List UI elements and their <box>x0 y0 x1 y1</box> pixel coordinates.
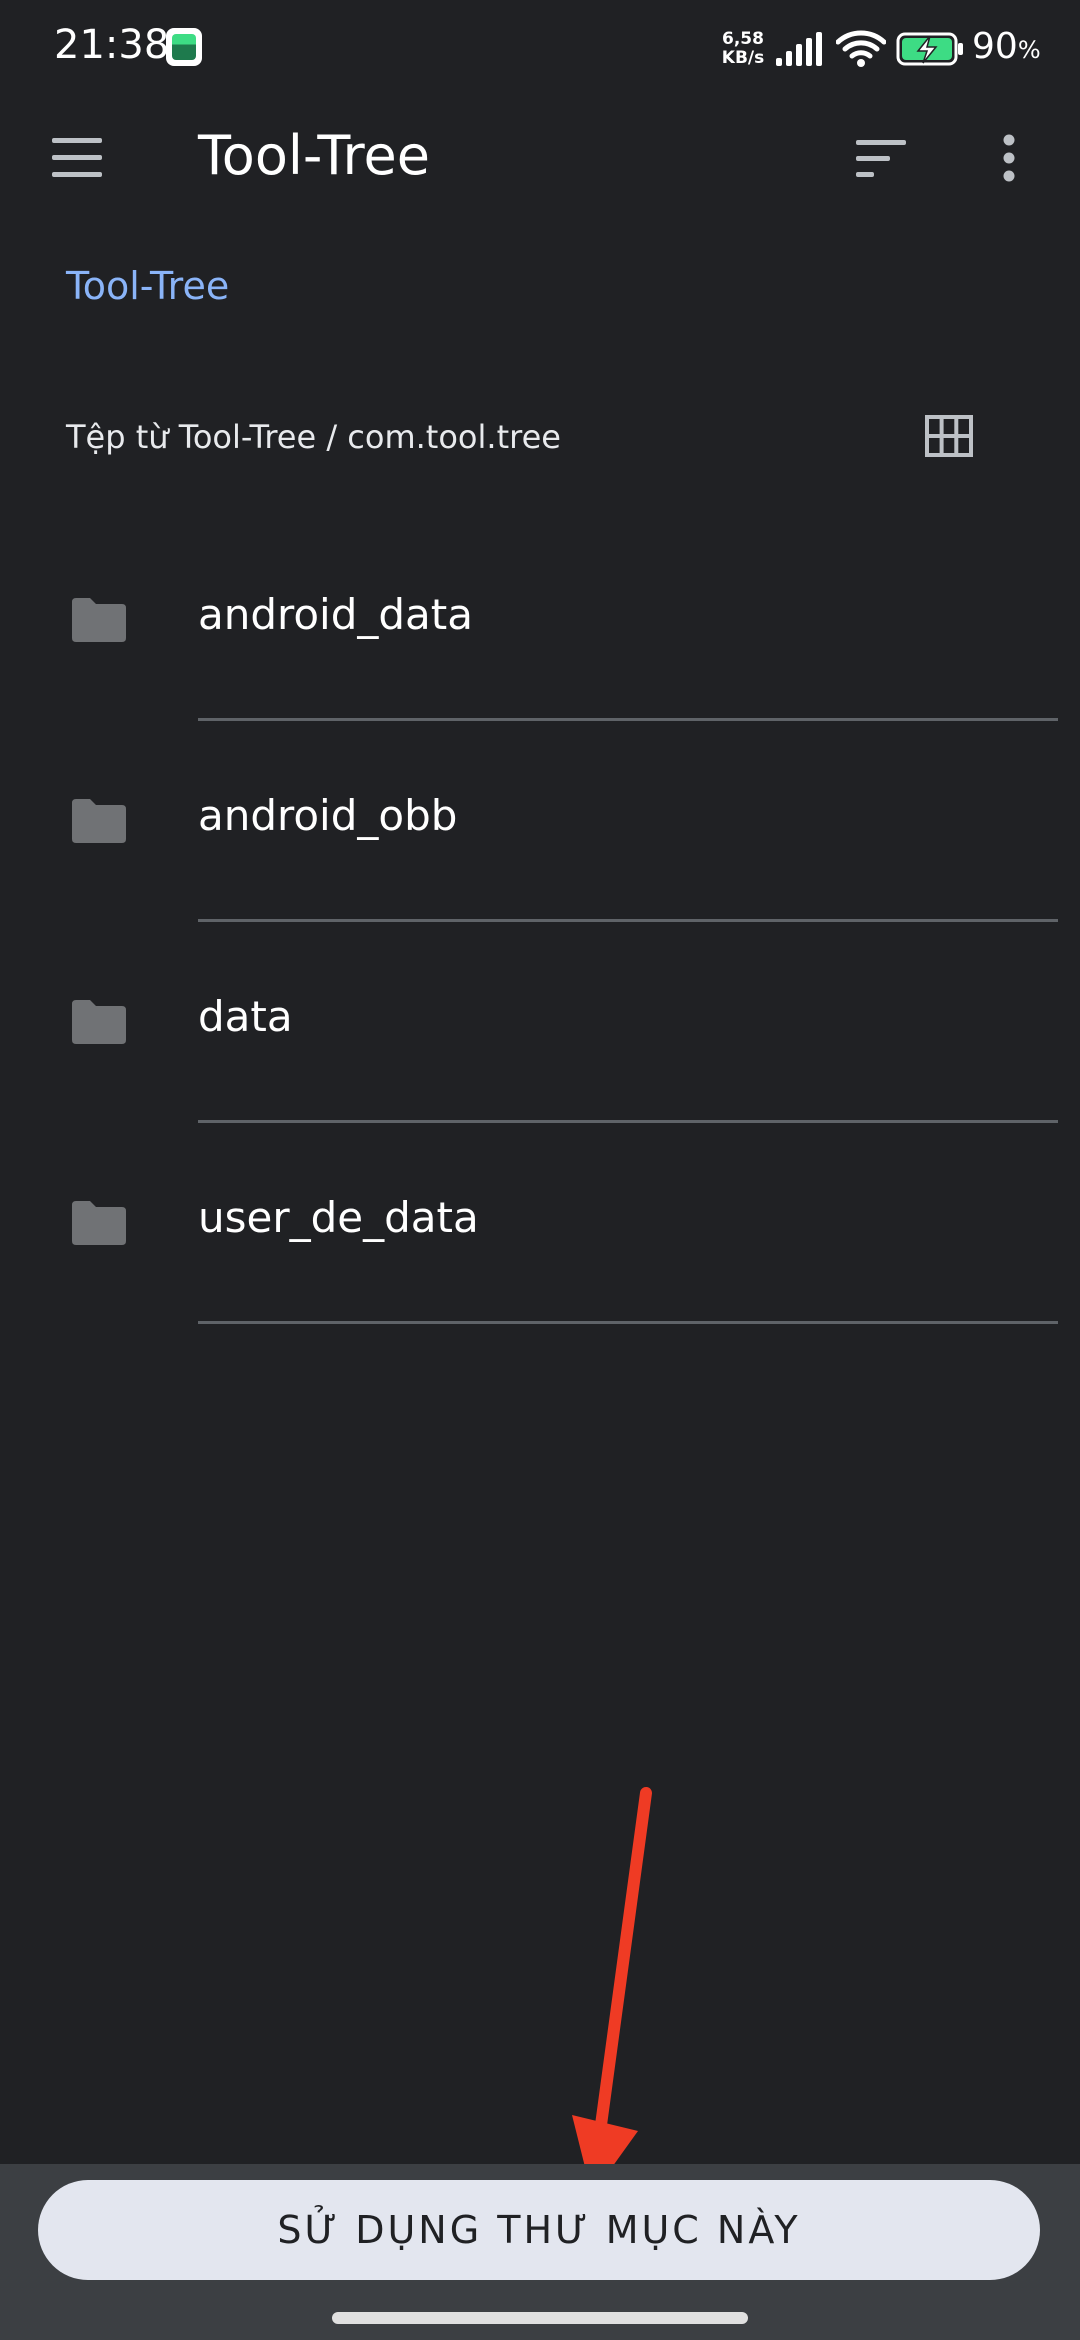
folder-icon <box>72 1201 126 1245</box>
grid-view-icon[interactable] <box>924 414 974 458</box>
network-speed: 6,58 KB/s <box>718 30 768 68</box>
screen: 21:38 6,58 KB/s 90% Tool-Tree Tool-Tree … <box>0 0 1080 2340</box>
wifi-icon <box>836 30 886 67</box>
menu-icon[interactable] <box>44 130 110 186</box>
use-this-folder-button[interactable]: SỬ DỤNG THƯ MỤC NÀY <box>38 2180 1040 2280</box>
battery-level-unit: % <box>1017 36 1041 64</box>
battery-level: 90% <box>972 26 1041 67</box>
notification-app-icon <box>166 28 202 66</box>
source-path-label: Tệp từ Tool-Tree / com.tool.tree <box>66 418 561 456</box>
folder-item-user-de-data[interactable]: user_de_data <box>0 1123 1080 1324</box>
folder-icon <box>72 1000 126 1044</box>
folder-item-android-data[interactable]: android_data <box>0 520 1080 721</box>
home-indicator[interactable] <box>332 2312 748 2324</box>
folder-icon <box>72 799 126 843</box>
folder-name: data <box>198 992 293 1041</box>
folder-list: android_data android_obb data user_de_da… <box>0 520 1080 1324</box>
network-speed-value: 6,58 <box>722 29 764 49</box>
network-speed-unit: KB/s <box>721 48 765 68</box>
sort-icon[interactable] <box>850 134 912 184</box>
folder-name: android_obb <box>198 791 458 840</box>
status-time: 21:38 <box>54 22 170 68</box>
app-title: Tool-Tree <box>198 124 430 187</box>
more-vert-icon[interactable] <box>992 128 1026 188</box>
annotation-arrow <box>572 1787 652 2195</box>
folder-icon <box>72 598 126 642</box>
battery-level-value: 90 <box>972 26 1018 67</box>
folder-name: user_de_data <box>198 1193 479 1242</box>
folder-item-android-obb[interactable]: android_obb <box>0 721 1080 922</box>
bottom-action-panel: SỬ DỤNG THƯ MỤC NÀY <box>0 2164 1080 2340</box>
signal-icon <box>776 32 822 66</box>
battery-charging-icon <box>896 32 963 66</box>
divider <box>198 1321 1058 1324</box>
app-bar: Tool-Tree <box>0 100 1080 216</box>
folder-item-data[interactable]: data <box>0 922 1080 1123</box>
folder-name: android_data <box>198 590 473 639</box>
breadcrumb-root[interactable]: Tool-Tree <box>66 264 229 308</box>
status-bar: 21:38 6,58 KB/s 90% <box>0 0 1080 100</box>
